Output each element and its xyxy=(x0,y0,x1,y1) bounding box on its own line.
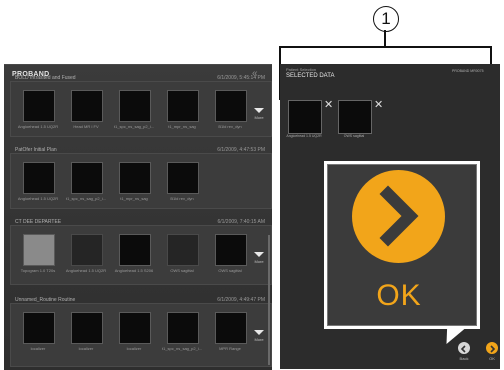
series-label: Angioehead 1.5 UQ2R xyxy=(17,124,59,129)
series-thumbnail[interactable] xyxy=(215,90,247,122)
study-name: PatOfer Initial Plan xyxy=(15,147,57,153)
selected-thumbnail[interactable] xyxy=(288,100,322,134)
study-name: BOLD Intrasited and Fused xyxy=(15,75,76,81)
study-group[interactable]: PatOfer Initial Plan 6/1/2009, 4:47:53 P… xyxy=(10,147,272,209)
selected-thumbnail[interactable] xyxy=(338,100,372,134)
ok-zoom-label: OK xyxy=(376,279,422,312)
study-group[interactable]: Unnamed_Routine Routine 6/1/2009, 4:49:4… xyxy=(10,297,272,367)
back-button[interactable] xyxy=(458,342,470,354)
series-label: B1ld rev_dyn xyxy=(170,196,194,201)
series-label: MPR Range xyxy=(219,346,241,351)
series-label: t1_mpr_ns_sag xyxy=(168,124,196,129)
more-label: More xyxy=(254,337,264,342)
ok-button[interactable] xyxy=(486,342,498,354)
callout-number: 1 xyxy=(373,6,399,32)
callout-bracket-top xyxy=(279,46,491,48)
series-label: Angioehead 1.5 S206 xyxy=(114,268,154,273)
selected-label: Angioehead 1.5 UQ2R xyxy=(286,134,322,138)
series-thumbnail[interactable] xyxy=(119,90,151,122)
study-time: 6/1/2009, 4:49:47 PM xyxy=(217,297,265,303)
selected-label: OWS sagittal xyxy=(343,134,365,138)
chevron-right-icon xyxy=(490,345,496,353)
panel-title: SELECTED DATA xyxy=(286,73,335,79)
study-time: 6/1/2009, 5:45:14 PM xyxy=(217,75,265,81)
remove-icon[interactable]: ✕ xyxy=(324,98,333,111)
series-label: t1_spc_ns_sag_p2_i... xyxy=(161,346,203,351)
series-thumbnail[interactable] xyxy=(119,312,151,344)
series-label: OWS sagittal xyxy=(170,268,194,273)
series-thumbnail[interactable] xyxy=(71,90,103,122)
series-thumbnail[interactable] xyxy=(119,234,151,266)
series-label: OWS sagittal xyxy=(218,268,242,273)
proband-panel: PROBAND « BOLD Intrasited and Fused 6/1/… xyxy=(4,64,272,370)
series-label: Angioehead 1.5 UQ2R xyxy=(17,196,59,201)
study-name: CT DEE DEPARTEE xyxy=(15,219,62,225)
chevron-right-icon xyxy=(379,185,419,247)
study-group[interactable]: BOLD Intrasited and Fused 6/1/2009, 5:45… xyxy=(10,75,272,137)
chevron-down-icon xyxy=(254,252,264,257)
scrollbar[interactable] xyxy=(268,235,270,365)
series-thumbnail[interactable] xyxy=(71,312,103,344)
series-label: localizer xyxy=(30,346,46,351)
back-label: Back xyxy=(459,356,469,361)
more-button[interactable]: More xyxy=(251,252,267,264)
study-time: 6/1/2009, 4:47:53 PM xyxy=(217,147,265,153)
series-thumbnail[interactable] xyxy=(23,90,55,122)
more-label: More xyxy=(254,259,264,264)
study-name: Unnamed_Routine Routine xyxy=(15,297,76,303)
more-button[interactable]: More xyxy=(251,108,267,120)
series-thumbnail[interactable] xyxy=(71,162,103,194)
series-thumbnail[interactable] xyxy=(23,312,55,344)
chevron-down-icon xyxy=(254,108,264,113)
remove-icon[interactable]: ✕ xyxy=(374,98,383,111)
series-label: t1_spc_ns_sag_p2_i... xyxy=(113,124,155,129)
panel-subtitle: Patient Selection xyxy=(286,67,317,72)
series-thumbnail[interactable] xyxy=(215,234,247,266)
series-thumbnail[interactable] xyxy=(215,312,247,344)
series-label: localizer xyxy=(126,346,142,351)
more-button[interactable]: More xyxy=(251,330,267,342)
series-thumbnail[interactable] xyxy=(71,234,103,266)
proband-tag: PROBAND MR0075 xyxy=(452,69,484,73)
series-label: Topogram 1.0 T20s xyxy=(20,268,56,273)
series-label: t1_spc_ns_sag_p2_i... xyxy=(65,196,107,201)
series-thumbnail[interactable] xyxy=(23,234,55,266)
ok-circle-icon xyxy=(352,170,445,263)
more-label: More xyxy=(254,115,264,120)
series-label: Head MR I FV xyxy=(73,124,99,129)
chevron-down-icon xyxy=(254,330,264,335)
series-thumbnail[interactable] xyxy=(167,90,199,122)
series-thumbnail[interactable] xyxy=(23,162,55,194)
series-thumbnail[interactable] xyxy=(167,234,199,266)
series-label: B1ld rev_dyn xyxy=(218,124,242,129)
ok-label: OK xyxy=(489,356,495,361)
series-label: Angioehead 1.5 UQ2R xyxy=(65,268,107,273)
series-label: t1_mpr_ns_sag xyxy=(120,196,148,201)
chevron-left-icon xyxy=(460,345,466,353)
series-thumbnail[interactable] xyxy=(119,162,151,194)
study-group[interactable]: CT DEE DEPARTEE 6/1/2009, 7:40:15 AM Top… xyxy=(10,219,272,285)
callout-leader xyxy=(384,30,386,46)
series-label: localizer xyxy=(78,346,94,351)
study-time: 6/1/2009, 7:40:15 AM xyxy=(217,219,265,225)
series-thumbnail[interactable] xyxy=(167,162,199,194)
series-thumbnail[interactable] xyxy=(167,312,199,344)
